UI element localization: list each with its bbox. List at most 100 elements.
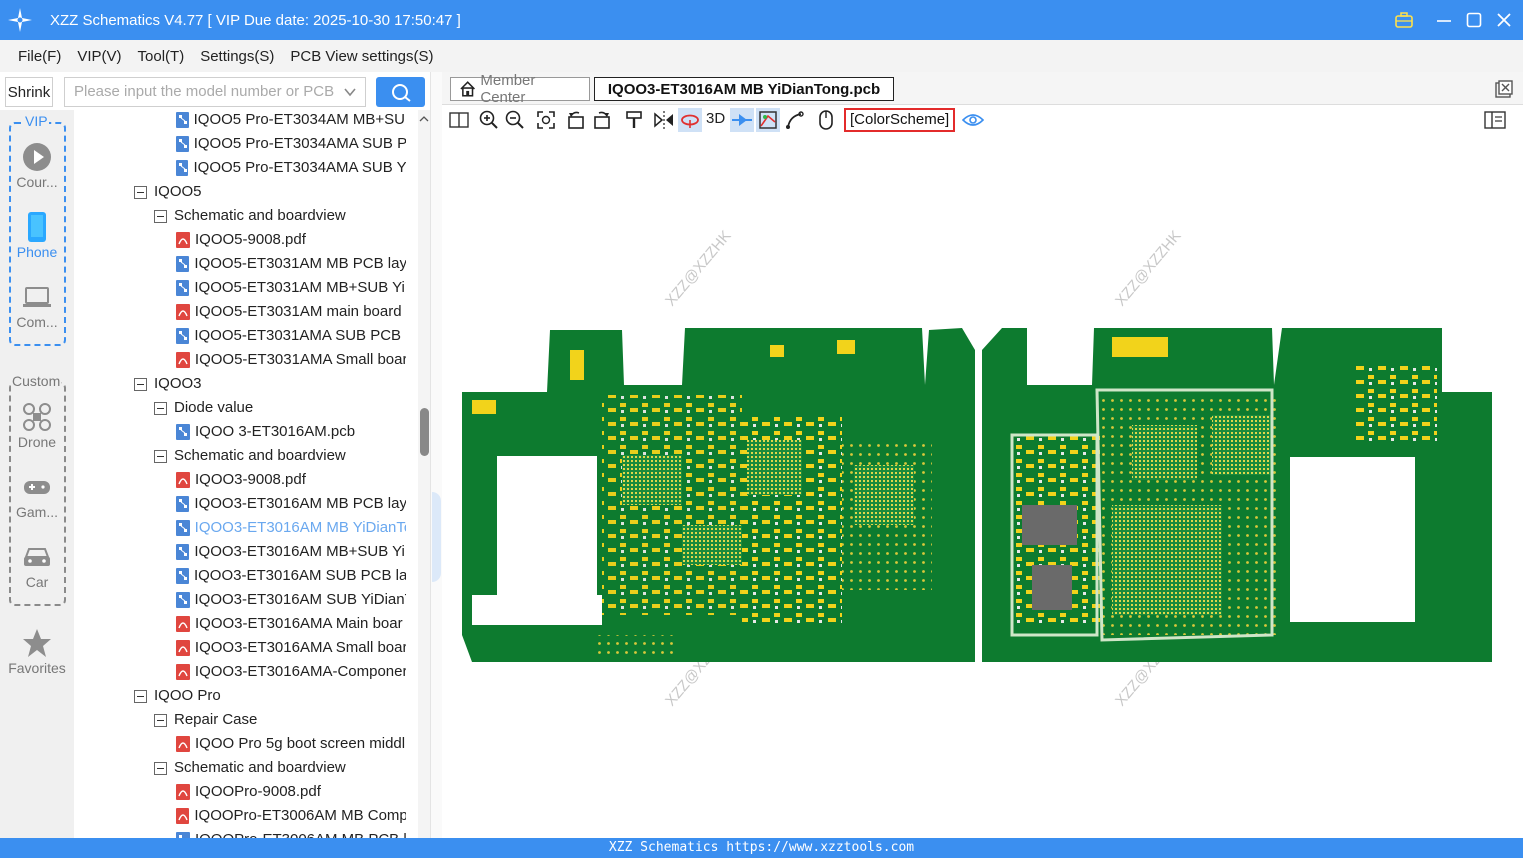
collapse-toggle-icon[interactable] xyxy=(154,209,167,223)
app-window: XZZ Schematics V4.77 [ VIP Due date: 202… xyxy=(0,0,1523,858)
tree-scrollbar[interactable] xyxy=(418,110,430,838)
tree-folder[interactable]: Repair Case xyxy=(154,708,406,732)
trace-route-icon[interactable] xyxy=(783,108,807,132)
mirror-icon[interactable] xyxy=(652,108,676,132)
tree-file[interactable]: IQOO5-9008.pdf xyxy=(176,228,406,252)
collapse-toggle-icon[interactable] xyxy=(154,401,167,415)
category-favorites[interactable]: Favorites xyxy=(0,628,74,676)
menu-vip[interactable]: VIP(V) xyxy=(69,48,129,65)
tree-file[interactable]: IQOO3-ET3016AMA Main boar xyxy=(176,612,406,636)
category-computer[interactable]: Com... xyxy=(0,282,74,330)
menu-tool[interactable]: Tool(T) xyxy=(130,48,193,65)
pcb-canvas[interactable]: XZZ@XZZHK XZZ@XZZHK XZZ@XZZHK XZZ@XZZHK xyxy=(442,135,1523,838)
collapse-toggle-icon[interactable] xyxy=(154,761,167,775)
tree-item-label: IQOO3-ET3016AMA Small boar xyxy=(194,639,406,656)
tree-item-label: IQOOPro-9008.pdf xyxy=(195,783,321,800)
tree-file[interactable]: IQOO3-ET3016AM SUB YiDianT xyxy=(176,588,406,612)
collapse-toggle-icon[interactable] xyxy=(134,689,147,703)
3d-view-button[interactable]: 3D xyxy=(706,110,725,127)
tree-file[interactable]: IQOO5-ET3031AM main board i xyxy=(176,300,406,324)
tree-file[interactable]: IQOO3-ET3016AMA Small boar xyxy=(176,636,406,660)
tree-item-label: IQOO3-ET3016AMA-Componer xyxy=(194,663,406,680)
tree-folder[interactable]: IQOO Pro xyxy=(134,684,406,708)
tree-file[interactable]: IQOO 3-ET3016AM.pcb xyxy=(176,420,406,444)
collapse-toggle-icon[interactable] xyxy=(134,185,147,199)
pcb-board-render[interactable] xyxy=(442,135,1523,838)
category-label: Com... xyxy=(16,314,58,330)
tree-file[interactable]: IQOO5-ET3031AMA SUB PCB la xyxy=(176,324,406,348)
category-label: Gam... xyxy=(15,504,58,520)
tree-file[interactable]: IQOO5 Pro-ET3034AM MB+SUB Y xyxy=(176,110,406,132)
tree-file[interactable]: IQOO5 Pro-ET3034AMA SUB PCB xyxy=(176,132,406,156)
tree-folder[interactable]: Schematic and boardview xyxy=(154,204,406,228)
eye-icon[interactable] xyxy=(961,108,985,132)
collapse-toggle-icon[interactable] xyxy=(154,449,167,463)
pdf-file-icon xyxy=(176,472,190,488)
category-drone[interactable]: Drone xyxy=(0,402,74,450)
minimize-button[interactable] xyxy=(1435,11,1453,29)
pdf-file-icon xyxy=(176,808,190,824)
category-phone[interactable]: Phone xyxy=(0,212,74,260)
panel-splitter[interactable] xyxy=(430,72,442,838)
category-games[interactable]: Gam... xyxy=(0,472,74,520)
tree-item-label: IQOO3-ET3016AM SUB PCB laye xyxy=(193,567,406,584)
fit-view-icon[interactable] xyxy=(534,108,558,132)
tree-item-label: IQOO 3-ET3016AM.pcb xyxy=(195,423,356,440)
tree-file[interactable]: IQOO3-ET3016AM MB PCB laye xyxy=(176,492,406,516)
net-highlight-icon[interactable] xyxy=(730,108,754,132)
tree-file[interactable]: IQOO5-ET3031AMA Small boar xyxy=(176,348,406,372)
side-panel-icon[interactable] xyxy=(1483,108,1507,132)
flip-board-icon[interactable] xyxy=(678,108,702,132)
tree-file[interactable]: IQOO5-ET3031AM MB+SUB YiD xyxy=(176,276,406,300)
tree-item-label: IQOO3-ET3016AMA Main boar xyxy=(195,615,403,632)
tab-bar: Member Center IQOO3-ET3016AM MB YiDianTo… xyxy=(442,72,1523,106)
close-all-tabs-icon[interactable] xyxy=(1495,80,1513,98)
pcb-file-icon xyxy=(176,160,189,176)
tree-folder[interactable]: IQOO5 xyxy=(134,180,406,204)
color-scheme-button[interactable]: [ColorScheme] xyxy=(844,108,956,132)
tree-file[interactable]: IQOO5-ET3031AM MB PCB laye xyxy=(176,252,406,276)
collapse-toggle-icon[interactable] xyxy=(134,377,147,391)
tab-active-pcb[interactable]: IQOO3-ET3016AM MB YiDianTong.pcb xyxy=(594,77,894,101)
tree-file[interactable]: IQOO5 Pro-ET3034AMA SUB YiDia xyxy=(176,156,406,180)
zoom-out-icon[interactable] xyxy=(503,108,527,132)
tree-file[interactable]: IQOOPro-ET3006AM MB PCB l xyxy=(176,828,406,838)
shrink-button[interactable]: Shrink xyxy=(5,77,53,107)
tree-folder[interactable]: Schematic and boardview xyxy=(154,444,406,468)
tree-file[interactable]: IQOO3-9008.pdf xyxy=(176,468,406,492)
star-icon xyxy=(23,629,51,657)
tree-file[interactable]: IQOOPro-9008.pdf xyxy=(176,780,406,804)
briefcase-icon[interactable] xyxy=(1395,11,1413,29)
close-button[interactable] xyxy=(1495,11,1513,29)
tree-scrollbar-thumb[interactable] xyxy=(420,408,429,456)
tree-folder[interactable]: Diode value xyxy=(154,396,406,420)
collapse-toggle-icon[interactable] xyxy=(154,713,167,727)
search-input[interactable]: Please input the model number or PCB xyxy=(64,77,366,107)
scroll-up-arrow-icon[interactable] xyxy=(419,114,429,124)
tree-file[interactable]: IQOO3-ET3016AM SUB PCB laye xyxy=(176,564,406,588)
category-courses[interactable]: Cour... xyxy=(0,142,74,190)
tree-folder[interactable]: Schematic and boardview xyxy=(154,756,406,780)
layer-view-icon[interactable] xyxy=(756,108,780,132)
tree-file[interactable]: IQOO3-ET3016AMA-Componer xyxy=(176,660,406,684)
tree-file[interactable]: IQOO Pro 5g boot screen middl xyxy=(176,732,406,756)
menu-pcb-view-settings[interactable]: PCB View settings(S) xyxy=(282,48,441,65)
tree-file[interactable]: IQOO3-ET3016AM MB YiDianTc xyxy=(176,516,406,540)
chevron-down-icon[interactable] xyxy=(343,85,357,99)
rotate-right-icon[interactable] xyxy=(590,108,614,132)
category-label: Drone xyxy=(17,434,57,450)
tree-file[interactable]: IQOOPro-ET3006AM MB Compo xyxy=(176,804,406,828)
maximize-button[interactable] xyxy=(1465,11,1483,29)
category-car[interactable]: Car xyxy=(0,542,74,590)
mouse-icon[interactable] xyxy=(814,108,838,132)
tab-member-center[interactable]: Member Center xyxy=(450,72,590,106)
rotate-left-icon[interactable] xyxy=(564,108,588,132)
tree-file[interactable]: IQOO3-ET3016AM MB+SUB YiD xyxy=(176,540,406,564)
tree-folder[interactable]: IQOO3 xyxy=(134,372,406,396)
menu-file[interactable]: File(F) xyxy=(10,48,69,65)
split-view-icon[interactable] xyxy=(447,108,471,132)
menu-settings[interactable]: Settings(S) xyxy=(192,48,282,65)
paint-brush-icon[interactable] xyxy=(622,108,646,132)
search-button[interactable] xyxy=(376,77,425,107)
zoom-in-icon[interactable] xyxy=(477,108,501,132)
